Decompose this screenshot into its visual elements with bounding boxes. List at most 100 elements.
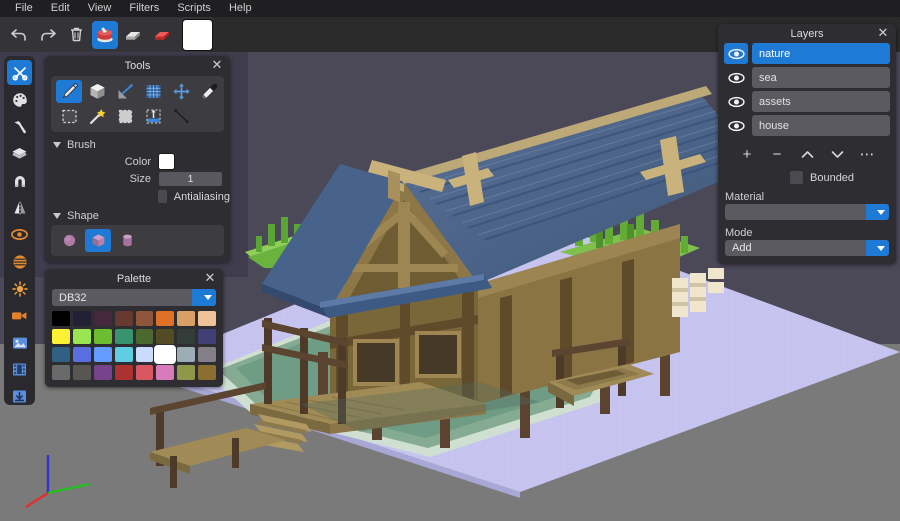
add-layer-button[interactable]: + xyxy=(735,144,759,164)
fill-tool-icon[interactable] xyxy=(112,105,138,128)
paint-bucket-icon[interactable] xyxy=(91,20,119,49)
layer-name[interactable]: nature xyxy=(752,43,890,64)
sidebar-item-export[interactable] xyxy=(7,384,32,409)
palette-color-swatch[interactable] xyxy=(135,329,154,344)
close-icon[interactable]: ✕ xyxy=(203,271,217,285)
palette-color-swatch[interactable] xyxy=(72,365,91,380)
layer-name[interactable]: assets xyxy=(752,91,890,112)
undo-icon[interactable] xyxy=(6,21,33,49)
palette-color-swatch[interactable] xyxy=(72,311,91,326)
palette-color-swatch[interactable] xyxy=(93,347,112,362)
palette-color-swatch[interactable] xyxy=(72,329,91,344)
palette-color-swatch[interactable] xyxy=(52,311,70,326)
sidebar-item-camera[interactable] xyxy=(7,303,32,328)
sidebar-item-shading[interactable] xyxy=(7,249,32,274)
palette-color-swatch[interactable] xyxy=(93,329,112,344)
shape-section-header[interactable]: Shape xyxy=(53,210,230,222)
palette-color-swatch[interactable] xyxy=(52,329,70,344)
wand-tool-icon[interactable] xyxy=(84,105,110,128)
palette-color-swatch[interactable] xyxy=(135,365,154,380)
close-icon[interactable]: ✕ xyxy=(210,58,224,72)
palette-color-swatch[interactable] xyxy=(114,365,133,380)
palette-color-swatch[interactable] xyxy=(156,347,175,362)
trash-icon[interactable] xyxy=(63,21,90,49)
palette-color-swatch[interactable] xyxy=(135,347,154,362)
eye-icon[interactable] xyxy=(724,115,748,136)
palette-color-swatch[interactable] xyxy=(177,329,196,344)
sidebar-item-mirror[interactable] xyxy=(7,195,32,220)
bounded-checkbox[interactable] xyxy=(790,171,803,184)
menu-item-filters[interactable]: Filters xyxy=(120,0,168,17)
close-icon[interactable]: ✕ xyxy=(876,26,890,40)
eraser-gray-icon[interactable] xyxy=(120,21,147,49)
sidebar-item-image[interactable] xyxy=(7,330,32,355)
move-tool-icon[interactable] xyxy=(168,80,194,103)
remove-layer-button[interactable]: − xyxy=(765,144,789,164)
extrude-tool-icon[interactable] xyxy=(140,105,166,128)
palette-color-swatch[interactable] xyxy=(135,311,154,326)
palette-color-swatch[interactable] xyxy=(198,365,216,380)
move-layer-down-button[interactable] xyxy=(825,144,849,164)
sidebar-item-view-eye[interactable] xyxy=(7,222,32,247)
layer-name[interactable]: house xyxy=(752,115,890,136)
sidebar-item-magnet[interactable] xyxy=(7,168,32,193)
palette-color-swatch[interactable] xyxy=(52,347,70,362)
axis-gizmo[interactable] xyxy=(14,447,100,513)
menu-item-file[interactable]: File xyxy=(6,0,42,17)
palette-color-swatch[interactable] xyxy=(177,311,196,326)
palette-color-swatch[interactable] xyxy=(177,365,196,380)
picker-tool-icon[interactable] xyxy=(196,80,222,103)
eye-icon[interactable] xyxy=(724,43,748,64)
brush-size-slider[interactable]: 1 xyxy=(159,172,222,186)
palette-color-swatch[interactable] xyxy=(93,311,112,326)
palette-color-swatch[interactable] xyxy=(198,311,216,326)
sidebar-item-film[interactable] xyxy=(7,357,32,382)
sidebar-item-palette[interactable] xyxy=(7,87,32,112)
sphere-shape-icon[interactable] xyxy=(56,229,82,252)
material-select[interactable] xyxy=(725,204,889,220)
brush-tool-icon[interactable] xyxy=(56,80,82,103)
eye-icon[interactable] xyxy=(724,91,748,112)
brush-color-swatch[interactable] xyxy=(159,154,174,169)
palette-color-swatch[interactable] xyxy=(156,329,175,344)
shape-tool-icon[interactable] xyxy=(84,80,110,103)
menu-item-scripts[interactable]: Scripts xyxy=(168,0,220,17)
palette-color-swatch[interactable] xyxy=(114,311,133,326)
chevron-down-icon[interactable] xyxy=(866,204,889,220)
palette-color-swatch[interactable] xyxy=(93,365,112,380)
palette-color-swatch[interactable] xyxy=(198,347,216,362)
palette-color-swatch[interactable] xyxy=(52,365,70,380)
menu-item-edit[interactable]: Edit xyxy=(42,0,79,17)
mode-select[interactable]: Add xyxy=(725,240,889,256)
selection-tool-icon[interactable] xyxy=(56,105,82,128)
chevron-down-icon[interactable] xyxy=(866,240,889,256)
sidebar-item-layers[interactable] xyxy=(7,141,32,166)
line-tool-icon[interactable] xyxy=(168,105,194,128)
layer-options-button[interactable]: ⋯ xyxy=(855,144,879,164)
menu-item-help[interactable]: Help xyxy=(220,0,261,17)
antialiasing-checkbox[interactable] xyxy=(158,190,167,203)
chevron-down-icon[interactable] xyxy=(192,289,216,306)
palette-color-swatch[interactable] xyxy=(114,347,133,362)
layer-name[interactable]: sea xyxy=(752,67,890,88)
cylinder-shape-icon[interactable] xyxy=(114,229,140,252)
eye-icon[interactable] xyxy=(724,67,748,88)
sidebar-item-light[interactable] xyxy=(7,276,32,301)
palette-color-swatch[interactable] xyxy=(156,311,175,326)
brush-section-header[interactable]: Brush xyxy=(53,139,230,151)
palette-color-swatch[interactable] xyxy=(198,329,216,344)
active-color-swatch[interactable] xyxy=(183,19,212,50)
palette-color-swatch[interactable] xyxy=(114,329,133,344)
sidebar-item-edit[interactable] xyxy=(7,114,32,139)
sidebar-item-tools[interactable] xyxy=(7,60,32,85)
redo-icon[interactable] xyxy=(35,21,62,49)
palette-color-swatch[interactable] xyxy=(177,347,196,362)
move-layer-up-button[interactable] xyxy=(795,144,819,164)
palette-select[interactable]: DB32 xyxy=(52,289,216,306)
menu-item-view[interactable]: View xyxy=(79,0,121,17)
plane-tool-icon[interactable] xyxy=(140,80,166,103)
cube-shape-icon[interactable] xyxy=(85,229,111,252)
laser-tool-icon[interactable] xyxy=(112,80,138,103)
eraser-red-icon[interactable] xyxy=(149,21,176,49)
palette-color-swatch[interactable] xyxy=(156,365,175,380)
